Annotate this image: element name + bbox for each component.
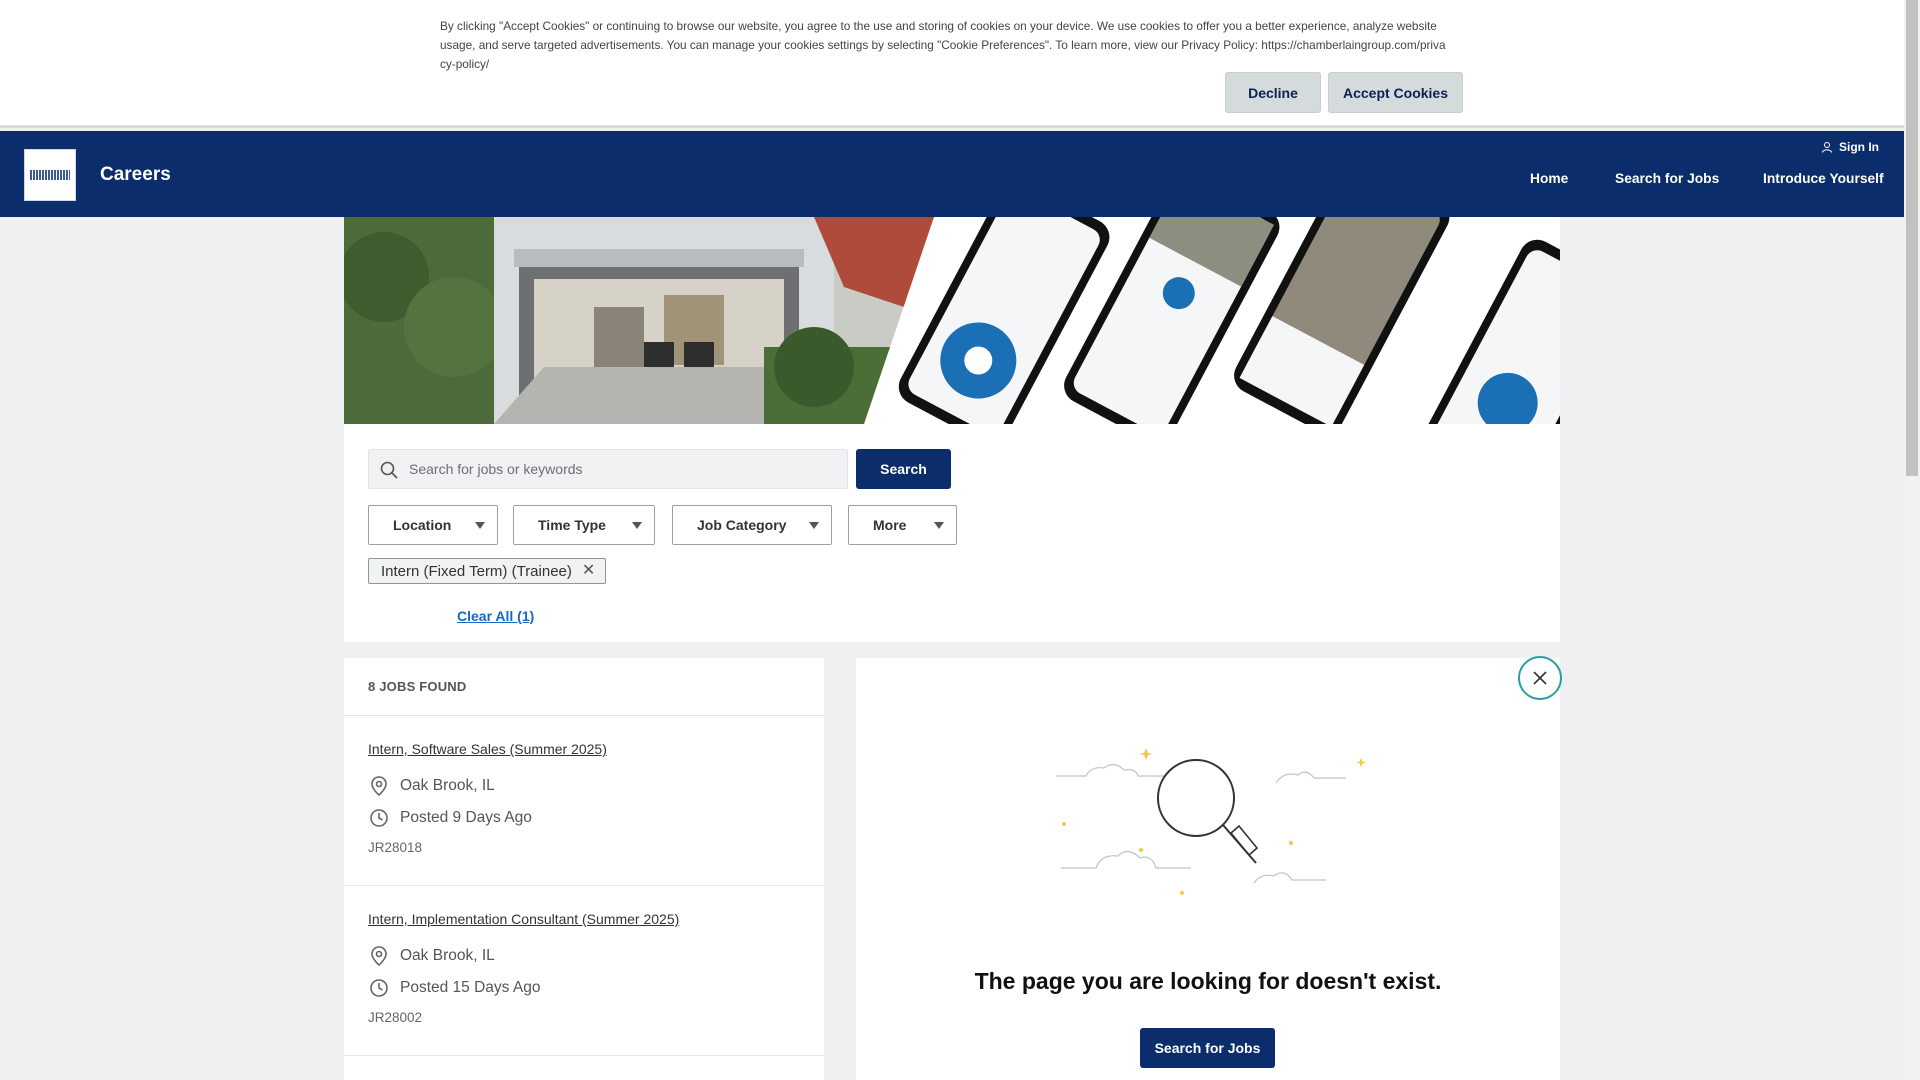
caret-down-icon — [475, 522, 485, 529]
remove-filter-icon[interactable]: ✕ — [582, 563, 595, 579]
nav-home[interactable]: Home — [1530, 171, 1568, 186]
caret-down-icon — [632, 522, 642, 529]
close-button[interactable] — [1518, 656, 1562, 700]
job-title-link[interactable]: Intern, Implementation Consultant (Summe… — [368, 911, 679, 927]
job-list-item: Intern, Implementation Consultant (Summe… — [344, 885, 824, 1055]
page-scrollbar[interactable] — [1904, 0, 1920, 1080]
user-icon — [1822, 142, 1832, 153]
sign-in-link[interactable]: Sign In — [1821, 140, 1879, 154]
search-panel: Search Location Time Type Job Category M… — [344, 424, 1560, 642]
job-posted-text: Posted 9 Days Ago — [400, 809, 532, 826]
job-location: Oak Brook, IL — [368, 945, 495, 967]
main-content: Search Location Time Type Job Category M… — [344, 217, 1560, 1080]
company-logo[interactable] — [24, 149, 76, 201]
decline-cookies-button[interactable]: Decline — [1225, 72, 1321, 113]
close-icon — [1533, 671, 1547, 685]
scrollbar-thumb[interactable] — [1906, 0, 1918, 476]
sign-in-label: Sign In — [1839, 140, 1879, 154]
location-pin-icon — [371, 776, 387, 797]
search-icon — [380, 461, 398, 479]
accept-cookies-button[interactable]: Accept Cookies — [1328, 72, 1463, 113]
clock-icon — [370, 979, 388, 997]
job-location-text: Oak Brook, IL — [400, 947, 495, 964]
filter-job-category-label: Job Category — [697, 517, 787, 533]
clear-all-link[interactable]: Clear All (1) — [457, 608, 534, 624]
job-location: Oak Brook, IL — [368, 775, 495, 797]
filter-time-type-label: Time Type — [538, 517, 606, 533]
not-found-panel: The page you are looking for doesn't exi… — [856, 658, 1560, 1080]
job-location-text: Oak Brook, IL — [400, 777, 495, 794]
caret-down-icon — [934, 522, 944, 529]
hero-banner — [344, 217, 1560, 424]
filter-time-type[interactable]: Time Type — [513, 505, 655, 545]
job-id: JR28002 — [368, 1010, 423, 1025]
location-pin-icon — [371, 946, 387, 967]
cookie-text-line-2: usage, and serve targeted advertisements… — [440, 38, 1446, 52]
cookie-text: By clicking "Accept Cookies" or continui… — [440, 17, 1462, 74]
site-header: Careers Sign In Home Search for Jobs Int… — [0, 131, 1904, 217]
filter-more-label: More — [873, 517, 907, 533]
job-title-link[interactable]: Intern, Software Sales (Summer 2025) — [368, 741, 607, 757]
search-for-jobs-button[interactable]: Search for Jobs — [1140, 1028, 1275, 1068]
logo-mark — [30, 170, 70, 180]
cookie-banner: By clicking "Accept Cookies" or continui… — [0, 0, 1904, 128]
search-box[interactable] — [368, 449, 848, 489]
not-found-title: The page you are looking for doesn't exi… — [974, 968, 1442, 994]
brand-title[interactable]: Careers — [100, 164, 171, 186]
job-posted-text: Posted 15 Days Ago — [400, 979, 541, 996]
search-input[interactable] — [409, 450, 839, 488]
job-list-item: Intern, Software Sales (Summer 2025) Oak… — [344, 715, 824, 885]
nav-search-for-jobs[interactable]: Search for Jobs — [1615, 171, 1719, 186]
filter-job-category[interactable]: Job Category — [672, 505, 832, 545]
active-filter-label: Intern (Fixed Term) (Trainee) — [381, 562, 572, 580]
cookie-text-line-1: By clicking "Accept Cookies" or continui… — [440, 19, 1437, 33]
hero-image — [344, 217, 1560, 424]
search-button[interactable]: Search — [856, 449, 951, 489]
active-filter-chip[interactable]: Intern (Fixed Term) (Trainee) ✕ — [368, 558, 607, 584]
divider — [344, 1055, 824, 1056]
filter-location[interactable]: Location — [368, 505, 498, 545]
magnifier-illustration — [1056, 748, 1366, 895]
job-list: 8 JOBS FOUND Intern, Software Sales (Sum… — [344, 658, 824, 1080]
job-posted: Posted 15 Days Ago — [368, 977, 540, 999]
filter-location-label: Location — [393, 517, 452, 533]
jobs-found-count: 8 JOBS FOUND — [368, 679, 467, 694]
filter-more[interactable]: More — [848, 505, 957, 545]
clock-icon — [370, 809, 388, 827]
caret-down-icon — [809, 522, 819, 529]
job-id: JR28018 — [368, 840, 423, 855]
job-posted: Posted 9 Days Ago — [368, 807, 532, 829]
nav-introduce-yourself[interactable]: Introduce Yourself — [1763, 171, 1884, 186]
